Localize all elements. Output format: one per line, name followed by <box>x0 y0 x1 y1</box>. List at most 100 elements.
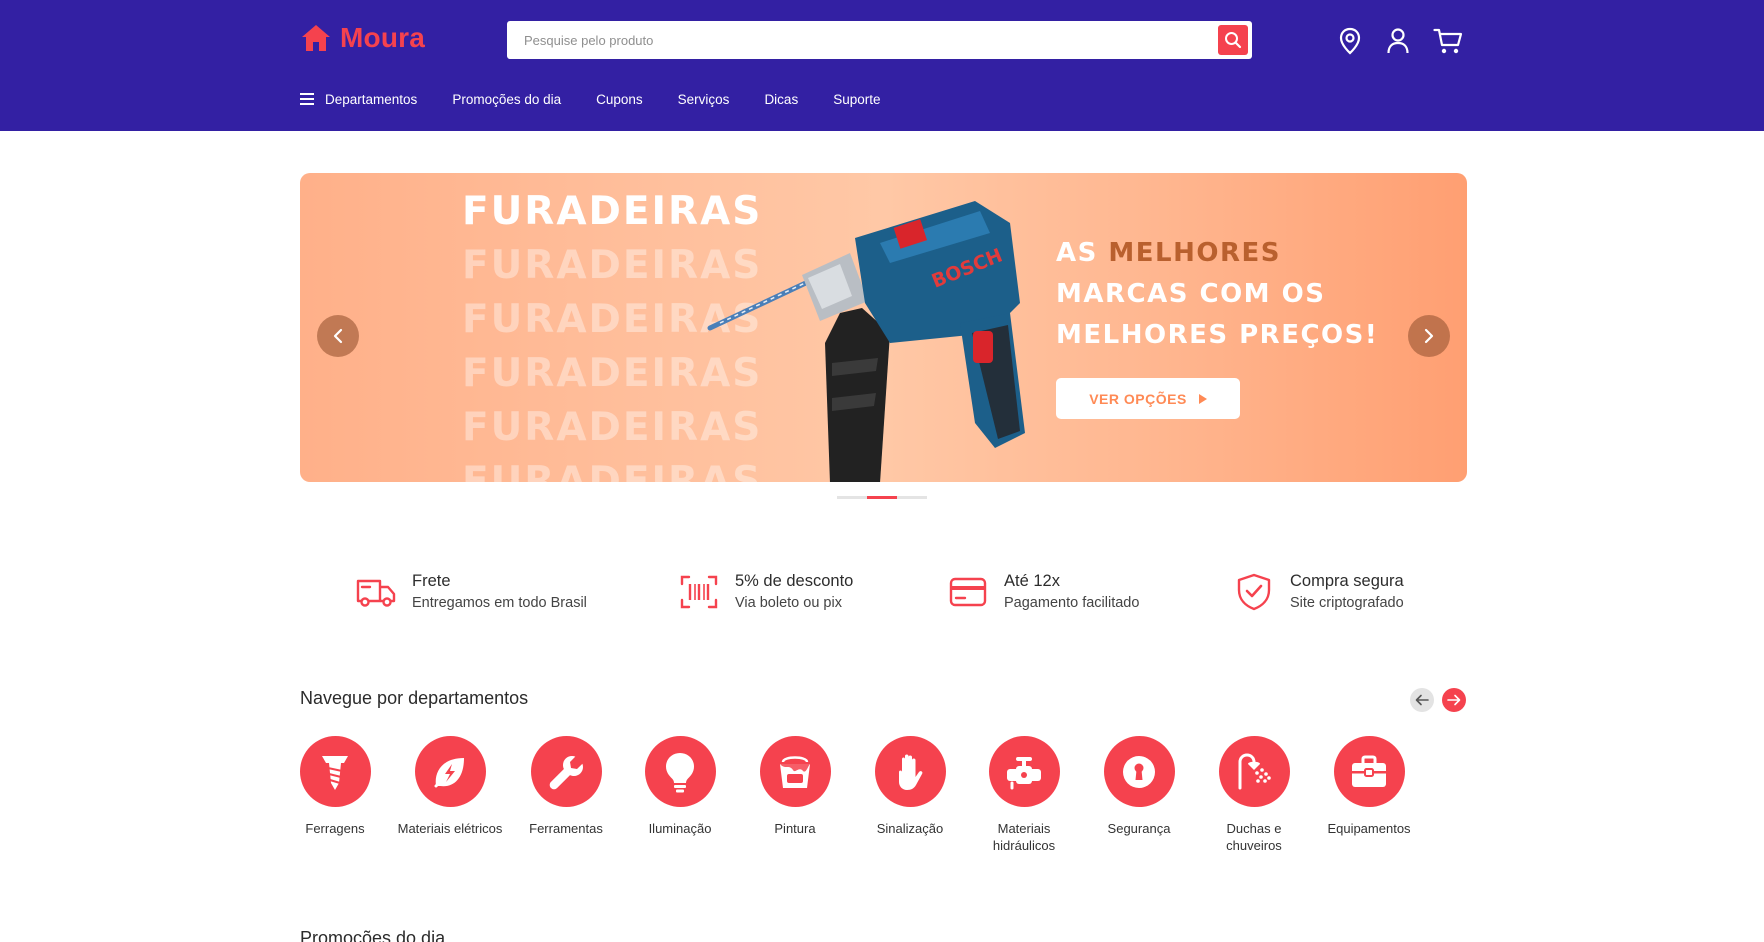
nav-promocoes[interactable]: Promoções do dia <box>452 92 561 107</box>
logo-text: Moura <box>340 22 425 53</box>
paint-bucket-icon <box>780 755 810 788</box>
location-icon <box>1339 27 1361 55</box>
feature-parcelamento: Até 12x Pagamento facilitado <box>948 570 1139 614</box>
department-label: Iluminação <box>648 821 712 836</box>
drill-image: BOSCH <box>707 201 1025 482</box>
nav-departments-label: Departamentos <box>325 91 418 107</box>
nav-dicas[interactable]: Dicas <box>764 92 798 107</box>
nav-departments[interactable]: Departamentos <box>300 92 417 107</box>
department-label: Materiais hidráulicos <box>992 821 1056 853</box>
promo-line2: MARCAS COM OS <box>1056 279 1326 309</box>
lightbulb-icon <box>666 752 694 792</box>
department-ferragens[interactable]: Ferragens <box>280 736 390 837</box>
department-equipamentos[interactable]: Equipamentos <box>1314 736 1424 837</box>
feature-title: Compra segura <box>1290 572 1404 590</box>
logo[interactable]: Moura <box>300 22 425 54</box>
toolbox-icon <box>1352 755 1386 787</box>
department-icon-circle <box>1103 736 1175 807</box>
banner-next-button[interactable] <box>1408 315 1450 357</box>
main-nav: Departamentos Promoções do dia Cupons Se… <box>300 89 916 109</box>
department-duchas[interactable]: Duchas e chuveiros <box>1199 736 1309 854</box>
chevron-left-icon <box>333 328 343 344</box>
departments-title: Navegue por departamentos <box>300 688 529 708</box>
department-materiais-eletricos[interactable]: Materiais elétricos <box>395 736 505 837</box>
feature-subtitle: Pagamento facilitado <box>1004 595 1140 611</box>
chevron-right-icon <box>1424 328 1434 344</box>
feature-title: Frete <box>412 572 451 590</box>
barcode-icon <box>679 572 719 612</box>
search-icon <box>1225 32 1242 49</box>
departments-next-button[interactable] <box>1442 688 1466 712</box>
see-options-label: VER OPÇÕES <box>1089 390 1187 407</box>
cart-icon <box>1433 28 1463 54</box>
department-label: Segurança <box>1107 821 1171 836</box>
pagination-dot[interactable] <box>837 496 867 499</box>
department-label: Duchas e chuveiros <box>1226 821 1282 853</box>
play-arrow-icon <box>1198 393 1207 404</box>
department-icon-circle <box>759 736 831 807</box>
shield-check-icon <box>1234 572 1274 612</box>
search-bar <box>507 21 1252 59</box>
screw-icon <box>322 755 348 790</box>
department-label: Materiais elétricos <box>397 821 503 836</box>
shower-icon <box>1238 752 1271 789</box>
feature-frete: Frete Entregamos em todo Brasil <box>356 570 587 614</box>
department-materiais-hidraulicos[interactable]: Materiais hidráulicos <box>969 736 1079 854</box>
department-icon-circle <box>874 736 946 807</box>
location-button[interactable] <box>1335 26 1365 56</box>
departments-prev-button[interactable] <box>1410 688 1434 712</box>
keyhole-icon <box>1123 755 1155 788</box>
department-seguranca[interactable]: Segurança <box>1084 736 1194 837</box>
department-icon-circle <box>1333 736 1405 807</box>
department-iluminacao[interactable]: Iluminação <box>625 736 735 837</box>
user-icon <box>1387 28 1409 54</box>
department-label: Pintura <box>774 821 816 836</box>
truck-icon <box>356 572 396 612</box>
department-ferramentas[interactable]: Ferramentas <box>511 736 621 837</box>
feature-desconto: 5% de desconto Via boleto ou pix <box>679 570 853 614</box>
department-icon-circle <box>644 736 716 807</box>
feature-title: 5% de desconto <box>735 572 854 590</box>
pagination-dot-active[interactable] <box>867 496 897 499</box>
nav-suporte[interactable]: Suporte <box>833 92 880 107</box>
department-label: Ferramentas <box>529 821 603 836</box>
home-icon <box>302 25 330 51</box>
wrench-icon <box>549 755 583 789</box>
banner-pagination <box>837 496 927 499</box>
nav-servicos[interactable]: Serviços <box>678 92 730 107</box>
search-button[interactable] <box>1218 25 1248 55</box>
cart-button[interactable] <box>1433 26 1463 56</box>
credit-card-icon <box>948 572 988 612</box>
nav-cupons[interactable]: Cupons <box>596 92 643 107</box>
site-header: Moura Pesquise pelo produto Departamento… <box>0 0 1764 131</box>
feature-title: Até 12x <box>1004 572 1060 590</box>
feature-subtitle: Site criptografado <box>1290 595 1404 611</box>
department-sinalizacao[interactable]: Sinalização <box>855 736 965 837</box>
department-pintura[interactable]: Pintura <box>740 736 850 837</box>
pagination-dot[interactable] <box>897 496 927 499</box>
see-options-button[interactable]: VER OPÇÕES <box>1056 378 1240 419</box>
section-title-promocoes: Promoções do dia <box>300 928 446 942</box>
promo-line3: MELHORES PREÇOS! <box>1056 320 1379 350</box>
feature-subtitle: Entregamos em todo Brasil <box>412 595 587 611</box>
account-button[interactable] <box>1383 26 1413 56</box>
feature-subtitle: Via boleto ou pix <box>735 595 842 611</box>
department-label: Sinalização <box>876 821 944 836</box>
department-icon-circle <box>530 736 602 807</box>
hand-stop-icon <box>899 754 923 790</box>
search-input[interactable] <box>507 21 1207 59</box>
menu-icon <box>300 93 314 105</box>
banner-prev-button[interactable] <box>317 315 359 357</box>
promo-line1-highlight: MELHORES <box>1108 238 1281 268</box>
department-icon-circle <box>414 736 486 807</box>
feature-compra-segura: Compra segura Site criptografado <box>1234 570 1404 614</box>
banner-promo-text: AS MELHORES MARCAS COM OS MELHORES PREÇO… <box>1056 233 1378 356</box>
arrow-left-icon <box>1415 694 1429 706</box>
department-icon-circle <box>988 736 1060 807</box>
electric-leaf-icon <box>434 757 464 787</box>
hero-banner[interactable]: FURADEIRAS FURADEIRAS FURADEIRAS FURADEI… <box>300 173 1467 482</box>
faucet-icon <box>1007 756 1041 789</box>
promo-line1-prefix: AS <box>1056 238 1109 268</box>
department-label: Equipamentos <box>1327 821 1411 836</box>
department-label: Ferragens <box>305 821 365 836</box>
